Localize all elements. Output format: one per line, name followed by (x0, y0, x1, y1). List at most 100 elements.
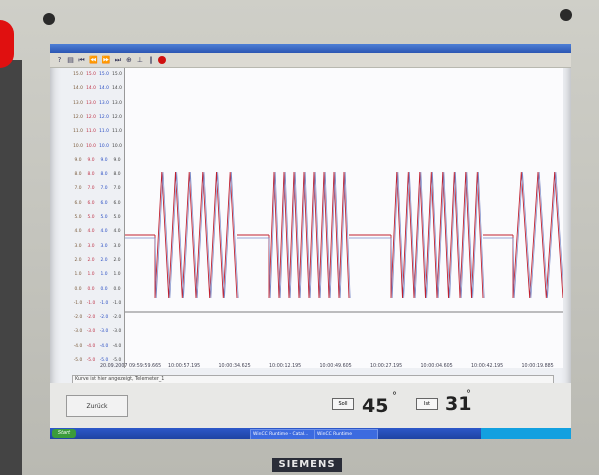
scale-label: 3.0 (74, 243, 82, 249)
scale-label: 11.0 (99, 129, 109, 135)
taskbar-item[interactable]: WinCC Runtime (314, 429, 378, 439)
scale-label: -3.0 (112, 329, 122, 335)
time-label: 10:00:12.195 (269, 364, 302, 369)
scale-label: -3.0 (99, 329, 109, 335)
scale-column: 15.0 14.0 13.0 12.0 11.0 10.0 9.0 8.0 7.0 6.0 5.0 4… (111, 68, 123, 368)
scale-label: -2.0 (112, 315, 122, 321)
scale-label: 14.0 (73, 86, 83, 92)
scale-label: 6.0 (87, 200, 95, 206)
time-label: 10:00:49.605 (319, 364, 352, 369)
scale-label: 8.0 (113, 172, 121, 178)
scale-label: 15.0 (73, 72, 83, 77)
scale-label: 0.0 (87, 286, 95, 292)
scale-label: 12.0 (73, 114, 83, 120)
actual-box: Ist (416, 398, 438, 410)
scale-label: 4.0 (74, 229, 82, 235)
trend-plot[interactable] (124, 68, 565, 368)
scale-label: 1.0 (87, 272, 95, 278)
scale-label: 3.0 (87, 243, 95, 249)
scale-label: -2.0 (86, 315, 96, 321)
scale-label: 3.0 (100, 243, 108, 249)
background-cabinet (0, 60, 22, 475)
scale-label: 7.0 (113, 186, 121, 192)
scale-column: 15.0 14.0 13.0 12.0 11.0 10.0 9.0 8.0 7.0 6.0 5.0 4… (85, 68, 97, 368)
scale-label: 2.0 (100, 257, 108, 263)
taskbar-item[interactable]: WinCC Runtime - Catal... (250, 429, 316, 439)
scale-label: 10.0 (73, 143, 83, 149)
scale-label: 6.0 (74, 200, 82, 206)
trend-toolbar: ? ▤ ⏮ ⏪ ⏩ ⏭ ⊕ ⊥ ‖ (50, 53, 571, 68)
time-label: 10:00:57.195 (168, 364, 201, 369)
zoom-icon[interactable]: ⊕ (125, 55, 132, 65)
scale-label: 5.0 (113, 215, 121, 220)
setpoint-unit: ° (392, 391, 397, 402)
scale-label: 0.0 (113, 286, 121, 292)
trend-line-red (125, 171, 564, 299)
red-marker (0, 20, 14, 68)
scale-column: 15.0 14.0 13.0 12.0 11.0 10.0 9.0 8.0 7.0 6.0 5.0 4… (98, 68, 110, 368)
start-button[interactable]: Start (52, 429, 76, 438)
scale-label: 6.0 (100, 200, 108, 206)
scale-label: 7.0 (74, 186, 82, 192)
scale-label: -4.0 (73, 343, 83, 349)
scale-label: -1.0 (73, 300, 83, 306)
time-label: 10:00:34.625 (218, 364, 251, 369)
ruler-icon[interactable]: ⊥ (136, 55, 143, 65)
scale-label: 14.0 (112, 86, 122, 92)
scale-label: 10.0 (86, 143, 96, 149)
scale-label: 2.0 (87, 257, 95, 263)
back-button[interactable]: Zurück (66, 395, 128, 417)
trend-curves (125, 171, 565, 313)
scale-label: 15.0 (112, 72, 122, 77)
help-icon[interactable]: ? (56, 55, 63, 65)
scale-label: 1.0 (113, 272, 121, 278)
scale-label: 10.0 (99, 143, 109, 149)
scale-label: 15.0 (86, 72, 96, 77)
scale-label: 5.0 (74, 215, 82, 220)
scale-label: 11.0 (73, 129, 83, 135)
scale-label: -1.0 (112, 300, 122, 306)
last-icon[interactable]: ⏭ (114, 55, 121, 65)
scale-label: -4.0 (112, 343, 122, 349)
control-panel: Zurück Soll 45 ° Ist 31 ° (50, 383, 571, 428)
scale-label: 12.0 (112, 114, 122, 120)
first-icon[interactable]: ⏮ (78, 55, 85, 65)
forward-icon[interactable]: ⏩ (102, 55, 111, 65)
scale-label: 13.0 (99, 100, 109, 106)
time-label: 10:00:42.195 (471, 364, 504, 369)
print-icon[interactable]: ▤ (67, 55, 74, 65)
scale-label: 6.0 (113, 200, 121, 206)
scale-label: -5.0 (73, 358, 83, 363)
scale-label: 12.0 (99, 114, 109, 120)
screen: ? ▤ ⏮ ⏪ ⏩ ⏭ ⊕ ⊥ ‖ 15.0 14.0 13.0 12.0 11.0 10… (50, 44, 571, 439)
scale-label: -4.0 (99, 343, 109, 349)
scale-label: -1.0 (86, 300, 96, 306)
window-titlebar (50, 44, 571, 53)
scale-label: 11.0 (86, 129, 96, 135)
time-axis: 20.09.2007 09:59:59.665 10:00:57.195 10:00… (100, 364, 570, 372)
scale-label: 2.0 (113, 257, 121, 263)
stop-icon[interactable] (158, 56, 167, 64)
scale-label: 9.0 (100, 157, 108, 163)
scale-label: 14.0 (99, 86, 109, 92)
time-label: 10:00:19.885 (521, 364, 554, 369)
scale-label: 1.0 (100, 272, 108, 278)
scale-label: 8.0 (87, 172, 95, 178)
scale-label: 5.0 (87, 215, 95, 220)
scale-column: 15.0 14.0 13.0 12.0 11.0 10.0 9.0 8.0 7.0 6.0 5.0 4… (72, 68, 84, 368)
scale-label: 4.0 (87, 229, 95, 235)
time-label: 10:00:04.605 (420, 364, 453, 369)
rewind-icon[interactable]: ⏪ (89, 55, 98, 65)
scale-label: 1.0 (74, 272, 82, 278)
scale-label: 9.0 (87, 157, 95, 163)
scale-label: 4.0 (113, 229, 121, 235)
scale-label: -3.0 (73, 329, 83, 335)
taskbar: Start WinCC Runtime - Catal... WinCC Run… (50, 428, 571, 439)
scale-label: 12.0 (86, 114, 96, 120)
scale-label: 0.0 (74, 286, 82, 292)
pause-icon[interactable]: ‖ (147, 55, 154, 65)
actual-unit: ° (466, 389, 471, 400)
scale-label: -4.0 (86, 343, 96, 349)
time-label: 20.09.2007 09:59:59.665 (100, 364, 162, 369)
scale-label: -1.0 (99, 300, 109, 306)
